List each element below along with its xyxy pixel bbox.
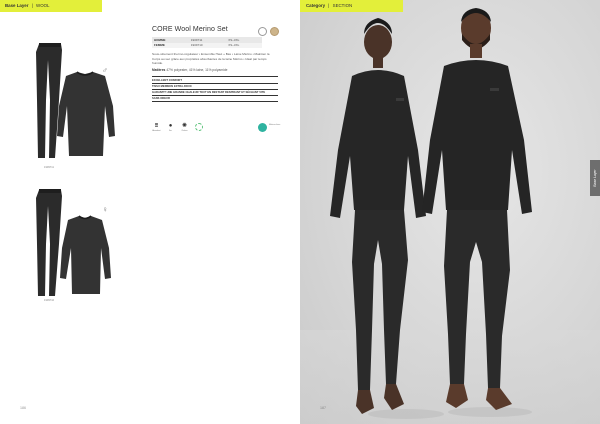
material-value: 47% polyester, 41% laine, 11% polyamide	[166, 68, 228, 73]
eco-label-text: Mérinos laine	[269, 124, 281, 126]
drop-icon: ● Sec	[166, 122, 175, 132]
moisture-icon: ⩩ Absorbant	[152, 123, 161, 132]
side-section-tab: Base Layer	[590, 160, 600, 196]
men-product-code: 1909711	[44, 166, 54, 169]
men-product-image	[33, 40, 121, 168]
material-line: Matières 47% polyester, 41% laine, 11% p…	[152, 68, 280, 72]
left-category-tab: Base Layer | WOOL	[0, 0, 102, 12]
eco-label-icon	[258, 123, 267, 132]
left-page: Base Layer | WOOL ♂ 1909711 ♀ 1909710 CO…	[0, 0, 300, 424]
icon-caption: Sec	[168, 130, 173, 132]
right-page: Category | SECTION Base Layer 187	[300, 0, 600, 424]
fit-badge-icon	[258, 27, 267, 36]
material-label: Matières	[152, 68, 166, 73]
women-product-code: 1909710	[44, 299, 55, 302]
right-tab-separator: |	[328, 3, 330, 8]
product-info: CORE Wool Merino Set HOMME 1909711 XS–3X…	[152, 26, 280, 103]
icon-caption: Absorbant	[152, 130, 161, 132]
right-category: Category	[306, 3, 326, 8]
left-tab-separator: |	[31, 3, 33, 8]
feature-item: SANS ODEUR	[152, 94, 278, 103]
right-category-tab: Category | SECTION	[300, 0, 403, 12]
catalog-spread: Base Layer | WOOL ♂ 1909711 ♀ 1909710 CO…	[0, 0, 600, 424]
spec-sizes: XS–3XL	[226, 42, 262, 49]
spec-code: 1909710	[188, 42, 227, 49]
models-photo	[300, 8, 600, 424]
male-symbol-icon: ♂	[102, 66, 108, 75]
spec-row: FEMME 1909710 XS–3XL	[152, 42, 262, 49]
spec-table: HOMME 1909711 XS–3XL FEMME 1909710 XS–3X…	[152, 37, 262, 49]
badge-group	[258, 27, 279, 36]
recycle-icon	[194, 123, 203, 131]
icon-caption: Chaleur	[181, 130, 188, 132]
page-number-right: 187	[320, 406, 326, 410]
side-tab-label: Base Layer	[593, 169, 597, 187]
female-symbol-icon: ♀	[102, 205, 108, 214]
page-number-left: 186	[20, 406, 26, 410]
feature-list: EXCELLENT CONFORT TISSU MERINOS EXTRA-DO…	[152, 76, 278, 103]
warmth-icon: ✺ Chaleur	[181, 123, 188, 132]
color-swatch-icon	[270, 27, 279, 36]
left-category: Base Layer	[5, 3, 29, 8]
product-description: Sous-vêtement thermo-régulateur • Ensemb…	[152, 52, 270, 65]
feature-icons: ⩩ Absorbant ● Sec ✺ Chaleur Mérinos lain…	[152, 122, 280, 142]
right-subcategory: SECTION	[332, 3, 353, 8]
left-subcategory: WOOL	[36, 3, 50, 8]
spec-label: FEMME	[152, 42, 189, 49]
